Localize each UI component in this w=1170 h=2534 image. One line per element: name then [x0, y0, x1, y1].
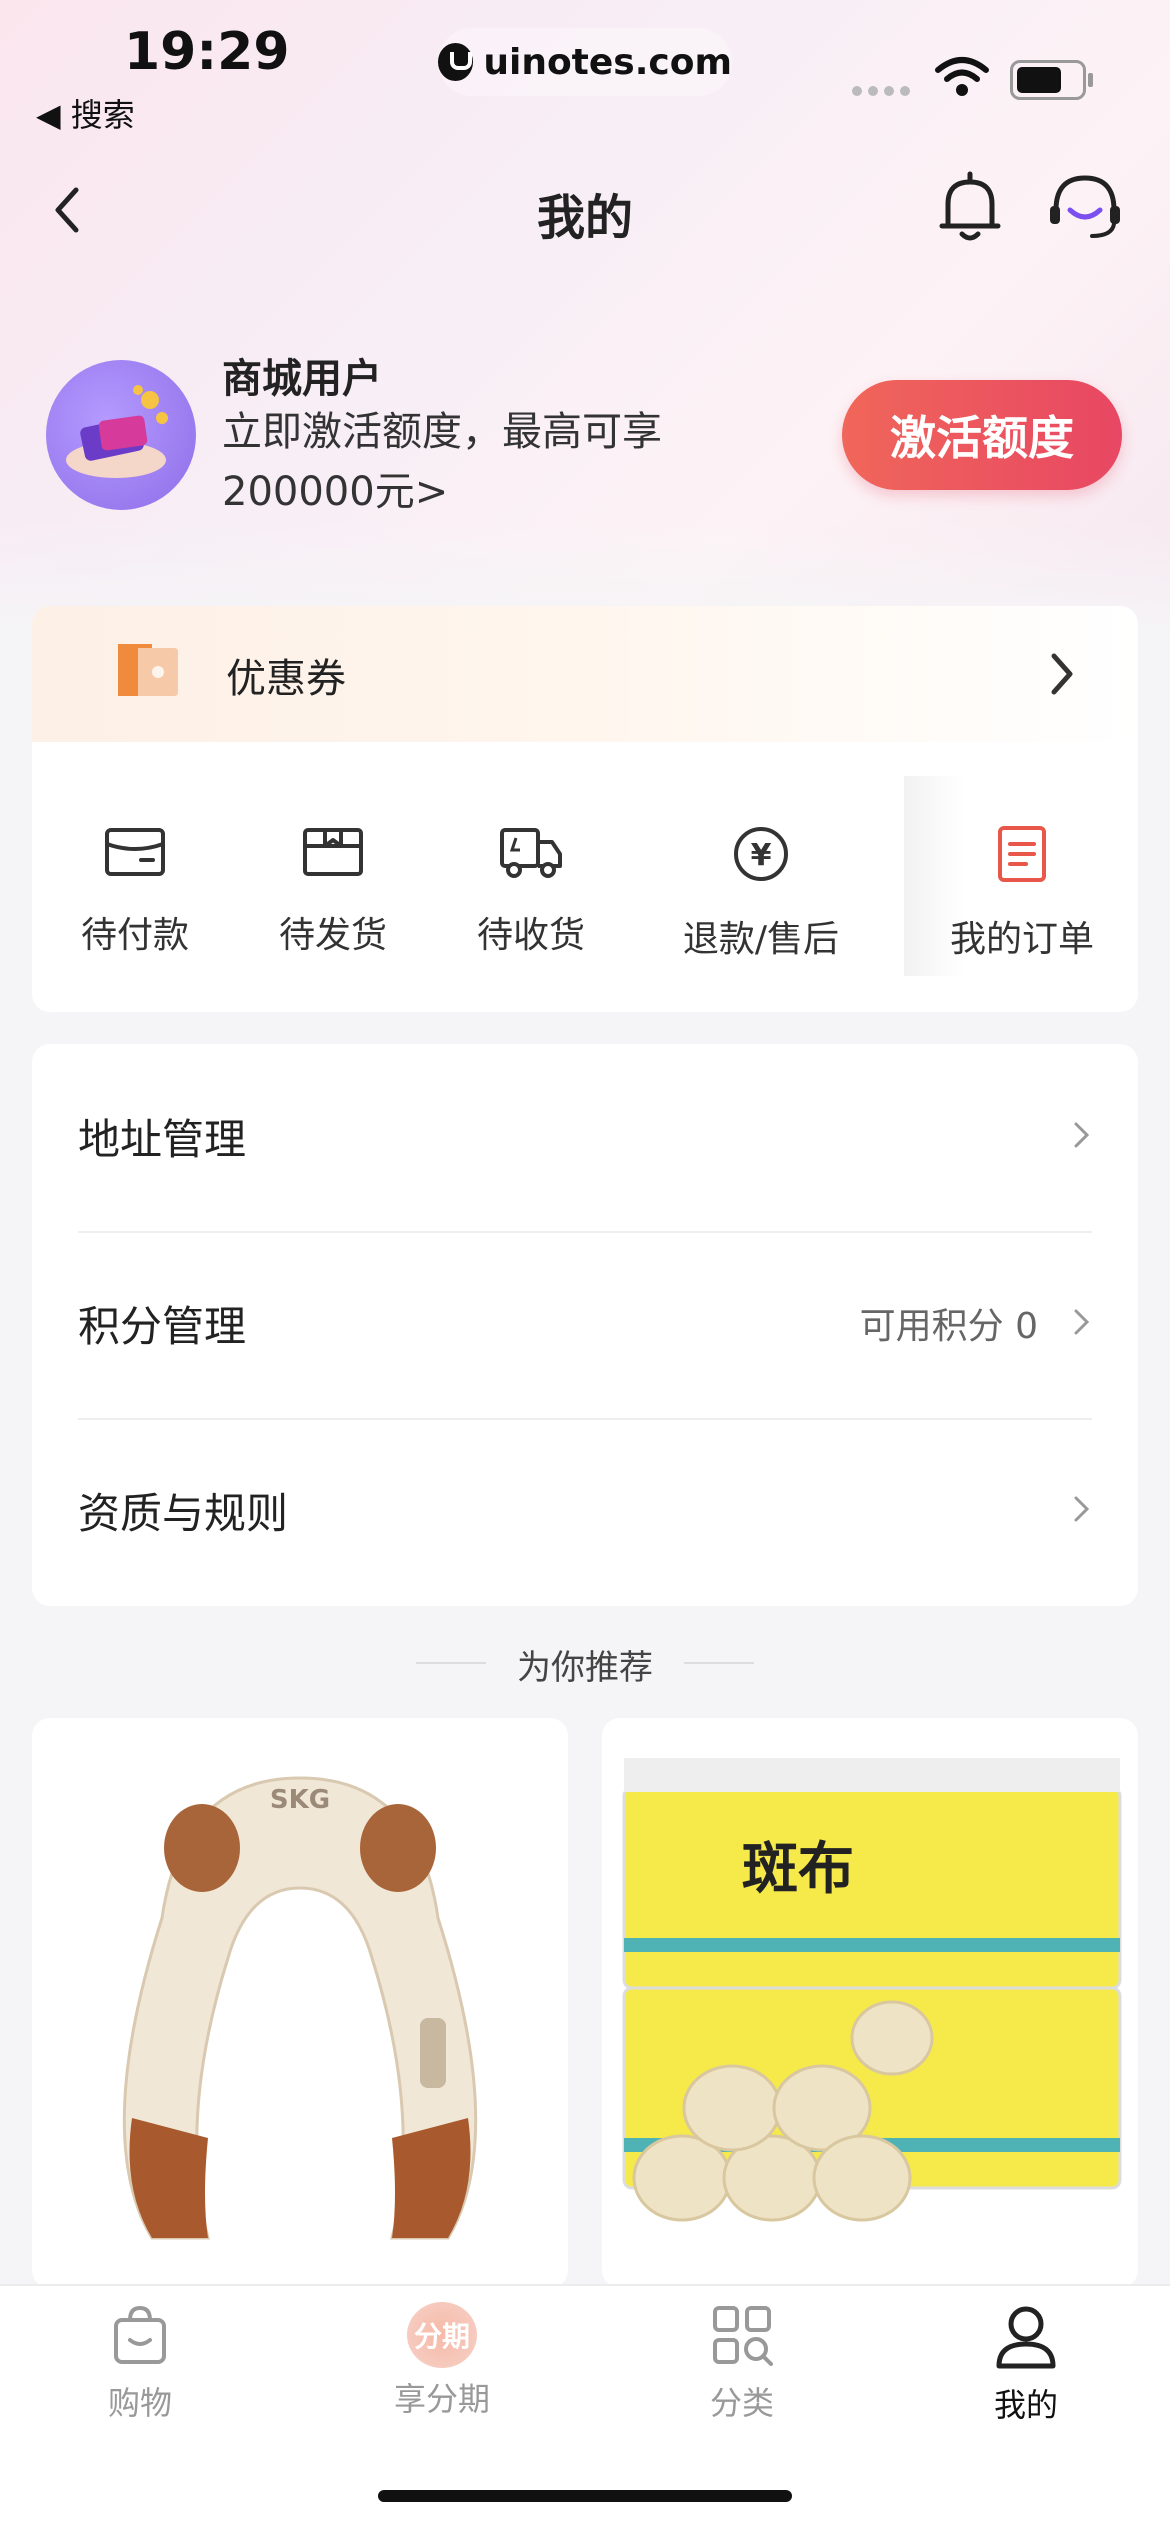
- coupon-label: 优惠券: [226, 656, 346, 702]
- order-label: 待付款: [80, 915, 189, 956]
- menu-label: 积分管理: [78, 1302, 247, 1351]
- customer-service-icon[interactable]: [1046, 170, 1124, 246]
- shoulder-massager-image: SKG: [122, 1776, 478, 2240]
- order-label: 我的订单: [949, 919, 1094, 960]
- nav-bar: 我的: [0, 160, 1170, 260]
- coupon-row[interactable]: 优惠券: [32, 606, 1138, 742]
- box-icon: [303, 828, 363, 876]
- menu-item-address[interactable]: 地址管理: [78, 1044, 1092, 1233]
- order-label: 退款/售后: [682, 919, 840, 960]
- tab-shopping[interactable]: 购物: [40, 2302, 240, 2424]
- home-indicator[interactable]: [378, 2490, 792, 2502]
- menu-label: 地址管理: [78, 1115, 247, 1164]
- bell-icon[interactable]: [934, 168, 1006, 248]
- order-list-icon: [998, 826, 1046, 882]
- wallet-icon: [105, 828, 165, 876]
- installment-badge: 分期: [413, 2320, 470, 2353]
- tab-label: 享分期: [393, 2380, 490, 2418]
- menu-label: 资质与规则: [78, 1489, 289, 1538]
- divider-line: [684, 1662, 754, 1664]
- my-orders[interactable]: 我的订单: [932, 824, 1112, 962]
- avatar[interactable]: [46, 360, 196, 510]
- installment-icon: 分期: [407, 2302, 477, 2368]
- settings-menu: 地址管理 积分管理 可用积分 0 资质与规则: [32, 1044, 1138, 1606]
- product-card[interactable]: SKG: [32, 1718, 568, 2288]
- points-value: 可用积分 0: [859, 1306, 1038, 1347]
- order-label: 待发货: [278, 915, 387, 956]
- url-text: uinotes.com: [483, 41, 732, 83]
- svg-text:¥: ¥: [751, 838, 772, 873]
- username: 商城用户: [222, 356, 382, 402]
- signal-icon: [852, 86, 910, 96]
- battery-icon: [1010, 60, 1093, 100]
- credit-promo-text[interactable]: 立即激活额度，最高可享 200000元>: [222, 402, 742, 522]
- credit-promo-line-2: 200000元>: [222, 469, 449, 515]
- back-to-app-link[interactable]: ◀ 搜索: [36, 90, 135, 136]
- credit-promo-line-1: 立即激活额度，最高可享: [222, 409, 662, 455]
- product-logo: 斑布: [742, 1837, 854, 1902]
- site-logo-icon: [438, 43, 474, 81]
- url-pill[interactable]: uinotes.com: [438, 28, 732, 96]
- tab-label: 购物: [107, 2384, 172, 2422]
- tab-mine[interactable]: 我的: [926, 2302, 1126, 2426]
- chevron-right-icon: [1051, 653, 1073, 695]
- order-pending-payment[interactable]: 待付款: [60, 824, 210, 958]
- user-icon: [996, 2306, 1056, 2369]
- tab-label: 分类: [709, 2384, 774, 2422]
- order-refund-aftersale[interactable]: ¥ 退款/售后: [656, 824, 866, 962]
- chevron-right-icon: [1074, 1309, 1090, 1335]
- product-logo: SKG: [270, 1785, 330, 1815]
- order-pending-receipt[interactable]: 待收货: [456, 824, 606, 958]
- menu-item-qualification[interactable]: 资质与规则: [78, 1418, 1092, 1605]
- tab-label: 我的: [993, 2386, 1058, 2424]
- product-card[interactable]: 斑布: [602, 1718, 1138, 2288]
- recommend-title: 为你推荐: [517, 1648, 653, 1688]
- wifi-icon: [935, 57, 989, 96]
- tab-category[interactable]: 分类: [642, 2302, 842, 2424]
- yen-icon: ¥: [734, 827, 788, 881]
- status-bar: 19:29 ◀ 搜索 uinotes.com: [0, 0, 1170, 150]
- category-icon: [713, 2306, 773, 2366]
- chevron-right-icon: [1074, 1496, 1090, 1522]
- status-time: 19:29: [124, 22, 290, 82]
- chevron-right-icon: [1074, 1122, 1090, 1148]
- tab-installment[interactable]: 分期 享分期: [342, 2302, 542, 2420]
- orders-card: 优惠券 待付款 待发货 待收货 ¥ 退款/售后 我的订单: [32, 606, 1138, 1012]
- truck-icon: [500, 828, 562, 878]
- menu-item-points[interactable]: 积分管理 可用积分 0: [78, 1231, 1092, 1420]
- order-label: 待收货: [476, 915, 585, 956]
- bag-icon: [114, 2305, 166, 2364]
- activate-credit-button[interactable]: 激活额度: [842, 380, 1122, 490]
- wallet-hand-illustration: [66, 385, 168, 478]
- paper-towel-pack-image: 斑布: [622, 1758, 1122, 2222]
- coupon-icon: [118, 644, 178, 696]
- order-pending-shipment[interactable]: 待发货: [258, 824, 408, 958]
